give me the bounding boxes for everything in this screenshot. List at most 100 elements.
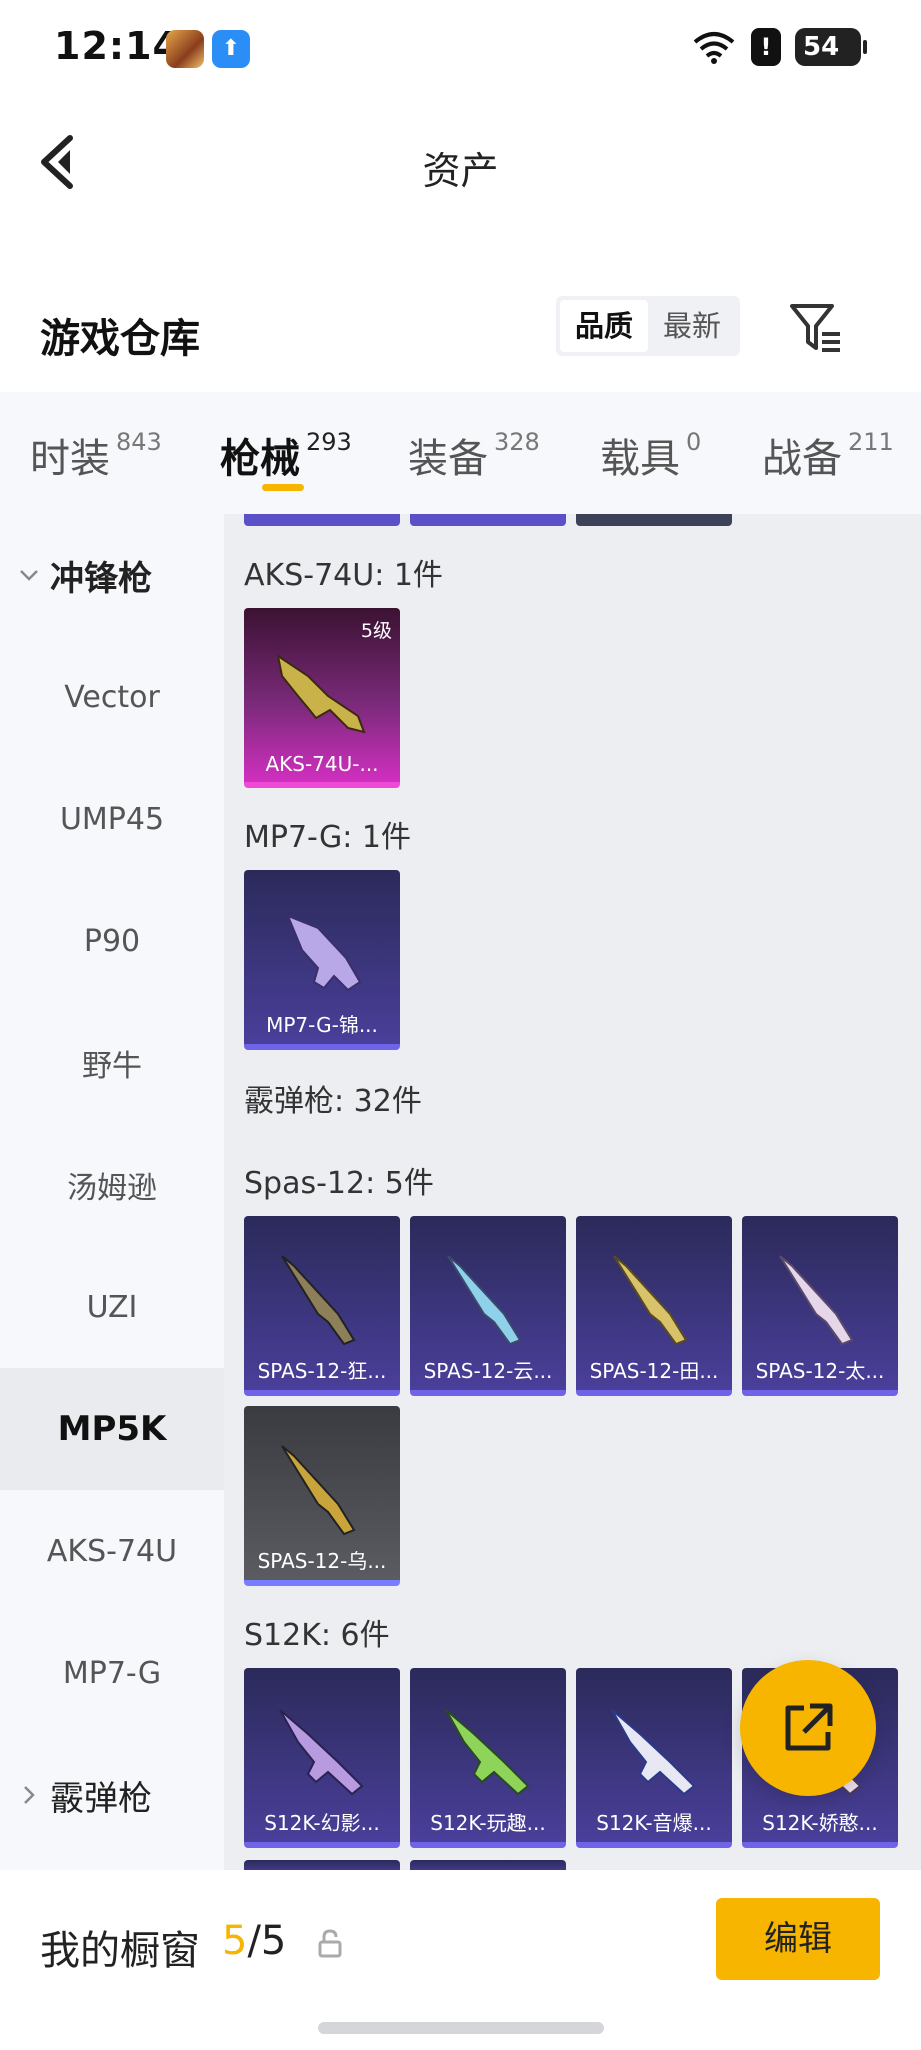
- battery-icon: 54: [795, 28, 867, 66]
- rifle-icon: [276, 653, 366, 734]
- rifle-icon: [611, 1709, 696, 1796]
- section-label-shotguns: 霰弹枪: 32件: [244, 1084, 422, 1119]
- tab-vehicles[interactable]: 载具 0: [600, 426, 701, 484]
- next-row-card: [410, 1860, 566, 1870]
- weapon-card[interactable]: 5级 AKS-74U-...: [244, 608, 400, 788]
- weapon-name: S12K-玩趣...: [430, 1811, 546, 1835]
- upload-app-icon: ⬆: [212, 30, 250, 68]
- tab-supplies[interactable]: 战备 211: [762, 426, 894, 484]
- tab-label: 枪械: [220, 436, 300, 482]
- sidebar-item-vector[interactable]: Vector: [0, 636, 224, 758]
- showcase-count: 5/5: [222, 1918, 286, 1964]
- sidebar-group-label: 霰弹枪: [50, 1778, 152, 1819]
- section-label-aks74u: AKS-74U: 1件: [244, 558, 443, 593]
- sort-toggle: 品质 最新: [556, 296, 740, 356]
- sidebar-item-mp5k[interactable]: MP5K: [0, 1368, 224, 1490]
- chevron-right-icon: [24, 1786, 35, 1804]
- next-row-card: [244, 1860, 400, 1870]
- warehouse-header: 游戏仓库 品质 最新: [0, 236, 921, 386]
- sidebar-item-p90[interactable]: P90: [0, 880, 224, 1002]
- filter-icon[interactable]: [788, 302, 844, 354]
- weapon-sidebar: 冲锋枪 Vector UMP45 P90 野牛 汤姆逊 UZI MP5K AKS…: [0, 514, 224, 1870]
- weapon-name: SPAS-12-田...: [589, 1359, 719, 1383]
- edit-button[interactable]: 编辑: [716, 1898, 880, 1980]
- share-icon: [785, 1703, 833, 1751]
- shotgun-icon: [281, 1445, 356, 1536]
- rifle-icon: [279, 1709, 364, 1796]
- weapon-name: SPAS-12-乌...: [257, 1549, 387, 1573]
- shotgun-icon: [447, 1255, 522, 1346]
- tab-equipment[interactable]: 装备 328: [408, 426, 540, 484]
- weapon-card[interactable]: MP7-G-锦...: [244, 870, 400, 1050]
- sidebar-item-ump45[interactable]: UMP45: [0, 758, 224, 880]
- active-tab-indicator: [262, 484, 304, 491]
- weapon-name: SPAS-12-太...: [755, 1359, 885, 1383]
- sidebar-item-uzi[interactable]: UZI: [0, 1246, 224, 1368]
- sidebar-group-label: 冲锋枪: [50, 558, 152, 599]
- sidebar-group-shotgun[interactable]: 霰弹枪: [0, 1734, 224, 1856]
- home-indicator[interactable]: [318, 2022, 604, 2034]
- game-app-icon: [166, 30, 204, 68]
- weapon-name: SPAS-12-狂...: [257, 1359, 387, 1383]
- weapon-card[interactable]: SPAS-12-狂...: [244, 1216, 400, 1396]
- weapon-card[interactable]: SPAS-12-云...: [410, 1216, 566, 1396]
- level-badge: 5级: [360, 620, 392, 642]
- status-indicators: ! 54: [691, 28, 867, 66]
- alert-icon: !: [751, 28, 781, 66]
- weapon-card[interactable]: SPAS-12-太...: [742, 1216, 898, 1396]
- showcase-count-total: /5: [247, 1918, 287, 1964]
- tab-fashion[interactable]: 时装 843: [30, 426, 162, 484]
- tab-count: 211: [848, 428, 894, 456]
- sidebar-item-bizon[interactable]: 野牛: [0, 1002, 224, 1124]
- shotgun-icon: [779, 1255, 854, 1346]
- section-label-s12k: S12K: 6件: [244, 1618, 390, 1653]
- weapon-name: S12K-幻影...: [264, 1811, 380, 1835]
- tab-count: 0: [686, 428, 702, 456]
- shotgun-icon: [613, 1255, 688, 1346]
- tab-label: 载具: [600, 436, 680, 482]
- header: 资产: [0, 96, 921, 236]
- tab-label: 装备: [408, 436, 488, 482]
- chevron-down-icon: [20, 570, 38, 581]
- sidebar-item-mp7g[interactable]: MP7-G: [0, 1612, 224, 1734]
- weapon-name: MP7-G-锦...: [266, 1013, 378, 1037]
- section-label-mp7g: MP7-G: 1件: [244, 820, 411, 855]
- status-bar: 12:14 ⬆ ! 54: [0, 0, 921, 96]
- sidebar-item-aks74u[interactable]: AKS-74U: [0, 1490, 224, 1612]
- weapon-name: AKS-74U-...: [265, 752, 379, 776]
- tab-label: 战备: [762, 436, 842, 482]
- rifle-icon: [445, 1709, 530, 1796]
- shotgun-icon: [281, 1255, 356, 1346]
- tab-count: 293: [306, 428, 352, 456]
- prev-row-card: [244, 514, 400, 526]
- tab-count: 328: [494, 428, 540, 456]
- showcase-title: 我的橱窗: [40, 1928, 200, 1974]
- tab-count: 843: [116, 428, 162, 456]
- sidebar-group-smg[interactable]: 冲锋枪: [0, 514, 224, 636]
- weapon-name: SPAS-12-云...: [423, 1359, 553, 1383]
- weapon-name: S12K-音爆...: [596, 1811, 712, 1835]
- page-title: 资产: [422, 149, 499, 193]
- sidebar-item-thompson[interactable]: 汤姆逊: [0, 1124, 224, 1246]
- weapon-card[interactable]: S12K-幻影...: [244, 1668, 400, 1848]
- smg-icon: [286, 914, 362, 992]
- warehouse-title: 游戏仓库: [40, 316, 200, 362]
- showcase-count-current: 5: [222, 1918, 248, 1964]
- weapon-card[interactable]: S12K-玩趣...: [410, 1668, 566, 1848]
- sort-newest-option[interactable]: 最新: [648, 300, 736, 352]
- wifi-icon: [693, 32, 735, 64]
- section-label-spas12: Spas-12: 5件: [244, 1166, 434, 1201]
- category-tabs: 时装 843 枪械 293 装备 328 载具 0 战备 211: [0, 392, 921, 514]
- weapon-card[interactable]: SPAS-12-田...: [576, 1216, 732, 1396]
- tab-label: 时装: [30, 436, 110, 482]
- sort-quality-option[interactable]: 品质: [560, 300, 648, 352]
- status-time: 12:14: [54, 24, 180, 68]
- share-button[interactable]: [740, 1660, 876, 1796]
- weapon-name: S12K-娇憨...: [762, 1811, 878, 1835]
- weapon-card[interactable]: SPAS-12-乌...: [244, 1406, 400, 1586]
- tab-firearms[interactable]: 枪械 293: [220, 426, 352, 484]
- prev-row-card: [576, 514, 732, 526]
- prev-row-card: [410, 514, 566, 526]
- lock-icon: [318, 1929, 342, 1958]
- weapon-card[interactable]: S12K-音爆...: [576, 1668, 732, 1848]
